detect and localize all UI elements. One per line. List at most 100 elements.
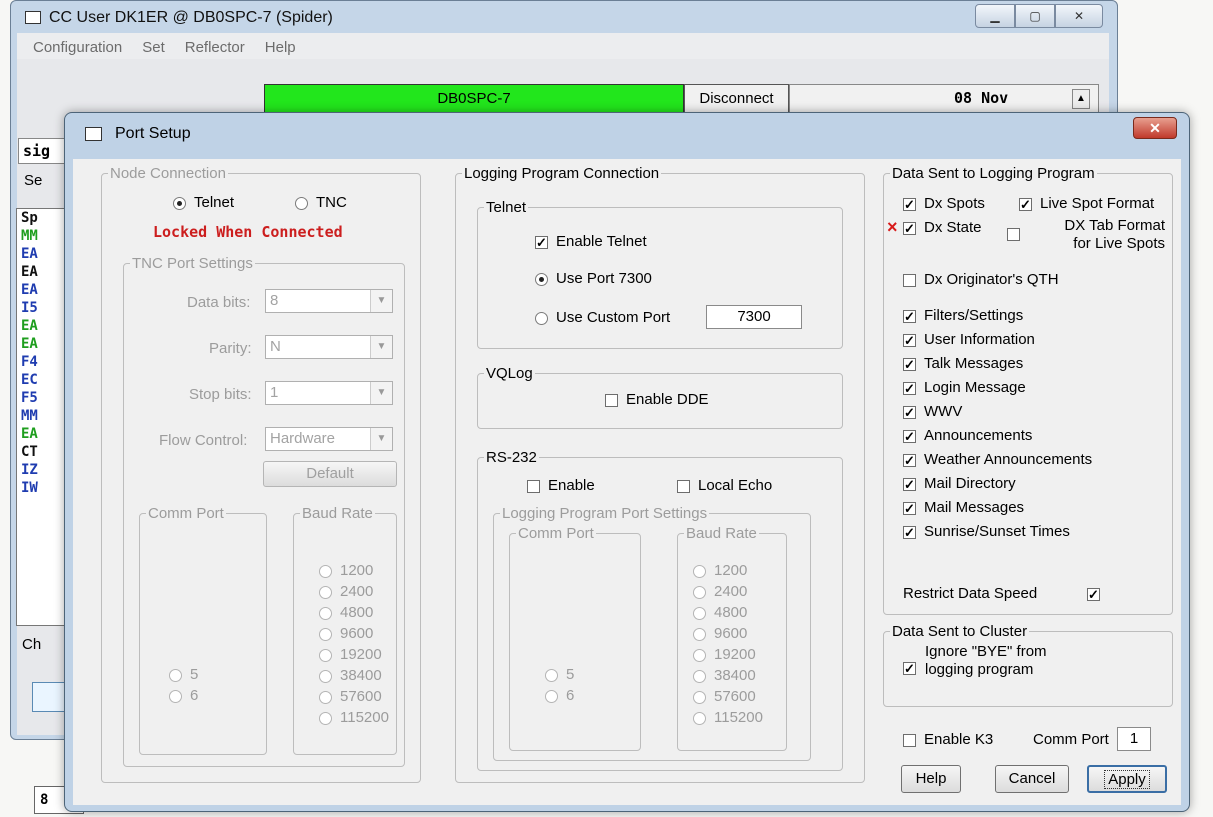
live-spot-format-checkbox[interactable]: ✓ Live Spot Format bbox=[1019, 195, 1154, 212]
radio-icon bbox=[319, 606, 332, 620]
data-item-checkbox[interactable]: ✓ Talk Messages bbox=[903, 355, 1023, 372]
date-display: 08 Nov ▲ bbox=[789, 84, 1099, 114]
checkbox-icon: ✓ bbox=[903, 428, 916, 444]
data-item-checkbox[interactable]: ✓ Weather Announcements bbox=[903, 451, 1092, 468]
menu-help[interactable]: Help bbox=[265, 39, 296, 56]
data-item-checkbox[interactable]: ✓ Login Message bbox=[903, 379, 1026, 396]
use-port-label: Use Port 7300 bbox=[556, 270, 652, 287]
menu-reflector[interactable]: Reflector bbox=[185, 39, 245, 56]
data-item-label: Mail Directory bbox=[924, 475, 1016, 492]
default-button[interactable]: Default bbox=[263, 461, 397, 487]
radio-icon bbox=[319, 585, 332, 599]
dx-tab-format-checkbox[interactable] bbox=[1007, 225, 1028, 242]
tab-fragment[interactable]: Se bbox=[24, 172, 42, 189]
minimize-icon[interactable]: ▁ bbox=[975, 4, 1015, 28]
checkbox-icon: ✓ bbox=[903, 476, 916, 492]
dx-state-checkbox[interactable]: ✓ Dx State bbox=[903, 219, 982, 236]
baud-option-19200[interactable]: 19200 bbox=[693, 646, 756, 663]
stop-bits-value: 1 bbox=[270, 384, 279, 401]
checkbox-icon: ✓ bbox=[535, 234, 548, 250]
data-item-checkbox[interactable]: ✓ User Information bbox=[903, 331, 1035, 348]
ignore-bye-line2: logging program bbox=[925, 661, 1034, 678]
stop-bits-select[interactable]: 1 ▼ bbox=[265, 381, 393, 405]
k3-comm-port-input[interactable]: 1 bbox=[1117, 727, 1151, 751]
chevron-down-icon: ▼ bbox=[370, 336, 392, 358]
maximize-icon[interactable]: ▢ bbox=[1015, 4, 1055, 28]
radio-icon bbox=[295, 196, 308, 210]
checkbox-icon bbox=[1007, 227, 1020, 241]
tnc-radio[interactable]: TNC bbox=[295, 194, 347, 211]
baud-option-2400[interactable]: 2400 bbox=[319, 583, 373, 600]
radio-icon bbox=[545, 668, 558, 682]
baud-option-2400[interactable]: 2400 bbox=[693, 583, 747, 600]
use-custom-port-label: Use Custom Port bbox=[556, 309, 671, 326]
tnc-radio-label: TNC bbox=[316, 194, 347, 211]
use-port-7300-radio[interactable]: Use Port 7300 bbox=[535, 270, 652, 287]
node-baud-rate-legend: Baud Rate bbox=[302, 505, 373, 522]
checkbox-icon bbox=[903, 273, 916, 287]
apply-button[interactable]: Apply bbox=[1087, 765, 1167, 793]
baud-option-38400[interactable]: 38400 bbox=[693, 667, 756, 684]
data-bits-select[interactable]: 8 ▼ bbox=[265, 289, 393, 313]
local-echo-checkbox[interactable]: Local Echo bbox=[677, 477, 772, 494]
parity-select[interactable]: N ▼ bbox=[265, 335, 393, 359]
restrict-data-speed-checkbox[interactable]: ✓ bbox=[1087, 585, 1108, 602]
scroll-up-icon[interactable]: ▲ bbox=[1072, 89, 1090, 109]
data-item-checkbox[interactable]: ✓ Sunrise/Sunset Times bbox=[903, 523, 1070, 540]
rs232-enable-checkbox[interactable]: Enable bbox=[527, 477, 595, 494]
baud-option-115200[interactable]: 115200 bbox=[693, 709, 763, 726]
ignore-bye-checkbox[interactable]: ✓ bbox=[903, 659, 924, 676]
disconnect-button[interactable]: Disconnect bbox=[684, 84, 789, 114]
baud-option-9600[interactable]: 9600 bbox=[319, 625, 373, 642]
logging-comm-port-6[interactable]: 6 bbox=[545, 687, 574, 704]
baud-option-115200[interactable]: 115200 bbox=[319, 709, 389, 726]
baud-option-1200[interactable]: 1200 bbox=[693, 562, 747, 579]
data-item-label: Talk Messages bbox=[924, 355, 1024, 372]
data-item-checkbox[interactable]: ✓ Announcements bbox=[903, 427, 1032, 444]
node-comm-port-6[interactable]: 6 bbox=[169, 687, 198, 704]
radio-icon bbox=[535, 272, 548, 286]
checkbox-icon: ✓ bbox=[903, 660, 916, 676]
telnet-radio[interactable]: Telnet bbox=[173, 194, 234, 211]
k3-comm-port-label: Comm Port bbox=[1033, 731, 1109, 748]
baud-option-57600[interactable]: 57600 bbox=[319, 688, 382, 705]
help-button[interactable]: Help bbox=[901, 765, 961, 793]
ignore-bye-line1: Ignore "BYE" from bbox=[925, 643, 1047, 660]
stop-bits-label: Stop bits: bbox=[189, 386, 252, 403]
baud-option-4800[interactable]: 4800 bbox=[693, 604, 747, 621]
data-item-checkbox[interactable]: ✓ Mail Directory bbox=[903, 475, 1016, 492]
baud-option-19200[interactable]: 19200 bbox=[319, 646, 382, 663]
data-item-checkbox[interactable]: ✓ Mail Messages bbox=[903, 499, 1024, 516]
use-custom-port-radio[interactable]: Use Custom Port bbox=[535, 309, 670, 326]
node-comm-port-5[interactable]: 5 bbox=[169, 666, 198, 683]
enable-telnet-checkbox[interactable]: ✓ Enable Telnet bbox=[535, 233, 647, 250]
enable-dde-checkbox[interactable]: Enable DDE bbox=[605, 391, 709, 408]
baud-option-1200[interactable]: 1200 bbox=[319, 562, 373, 579]
cancel-button[interactable]: Cancel bbox=[995, 765, 1069, 793]
close-icon[interactable]: ✕ bbox=[1055, 4, 1103, 28]
dx-tab-format-line1: DX Tab Format bbox=[1064, 217, 1165, 234]
data-item-checkbox[interactable]: ✓ WWV bbox=[903, 403, 962, 420]
dx-originator-checkbox[interactable]: Dx Originator's QTH bbox=[903, 271, 1059, 288]
checkbox-icon: ✓ bbox=[1019, 196, 1032, 212]
baud-option-38400[interactable]: 38400 bbox=[319, 667, 382, 684]
baud-option-57600[interactable]: 57600 bbox=[693, 688, 756, 705]
enable-k3-checkbox[interactable]: Enable K3 bbox=[903, 731, 993, 748]
local-echo-label: Local Echo bbox=[698, 477, 773, 494]
custom-port-input[interactable]: 7300 bbox=[706, 305, 802, 329]
baud-option-9600[interactable]: 9600 bbox=[693, 625, 747, 642]
option-label: 2400 bbox=[340, 583, 374, 600]
data-item-label: Mail Messages bbox=[924, 499, 1025, 516]
dx-spots-checkbox[interactable]: ✓ Dx Spots bbox=[903, 195, 985, 212]
node-comm-port-legend: Comm Port bbox=[148, 505, 224, 522]
close-icon[interactable]: ✕ bbox=[1133, 117, 1177, 139]
checkbox-icon: ✓ bbox=[903, 500, 916, 516]
checkbox-icon: ✓ bbox=[903, 452, 916, 468]
data-item-checkbox[interactable]: ✓ Filters/Settings bbox=[903, 307, 1023, 324]
baud-option-4800[interactable]: 4800 bbox=[319, 604, 373, 621]
menu-set[interactable]: Set bbox=[142, 39, 165, 56]
rs232-enable-label: Enable bbox=[548, 477, 595, 494]
menu-configuration[interactable]: Configuration bbox=[33, 39, 122, 56]
flow-control-select[interactable]: Hardware ▼ bbox=[265, 427, 393, 451]
logging-comm-port-5[interactable]: 5 bbox=[545, 666, 574, 683]
